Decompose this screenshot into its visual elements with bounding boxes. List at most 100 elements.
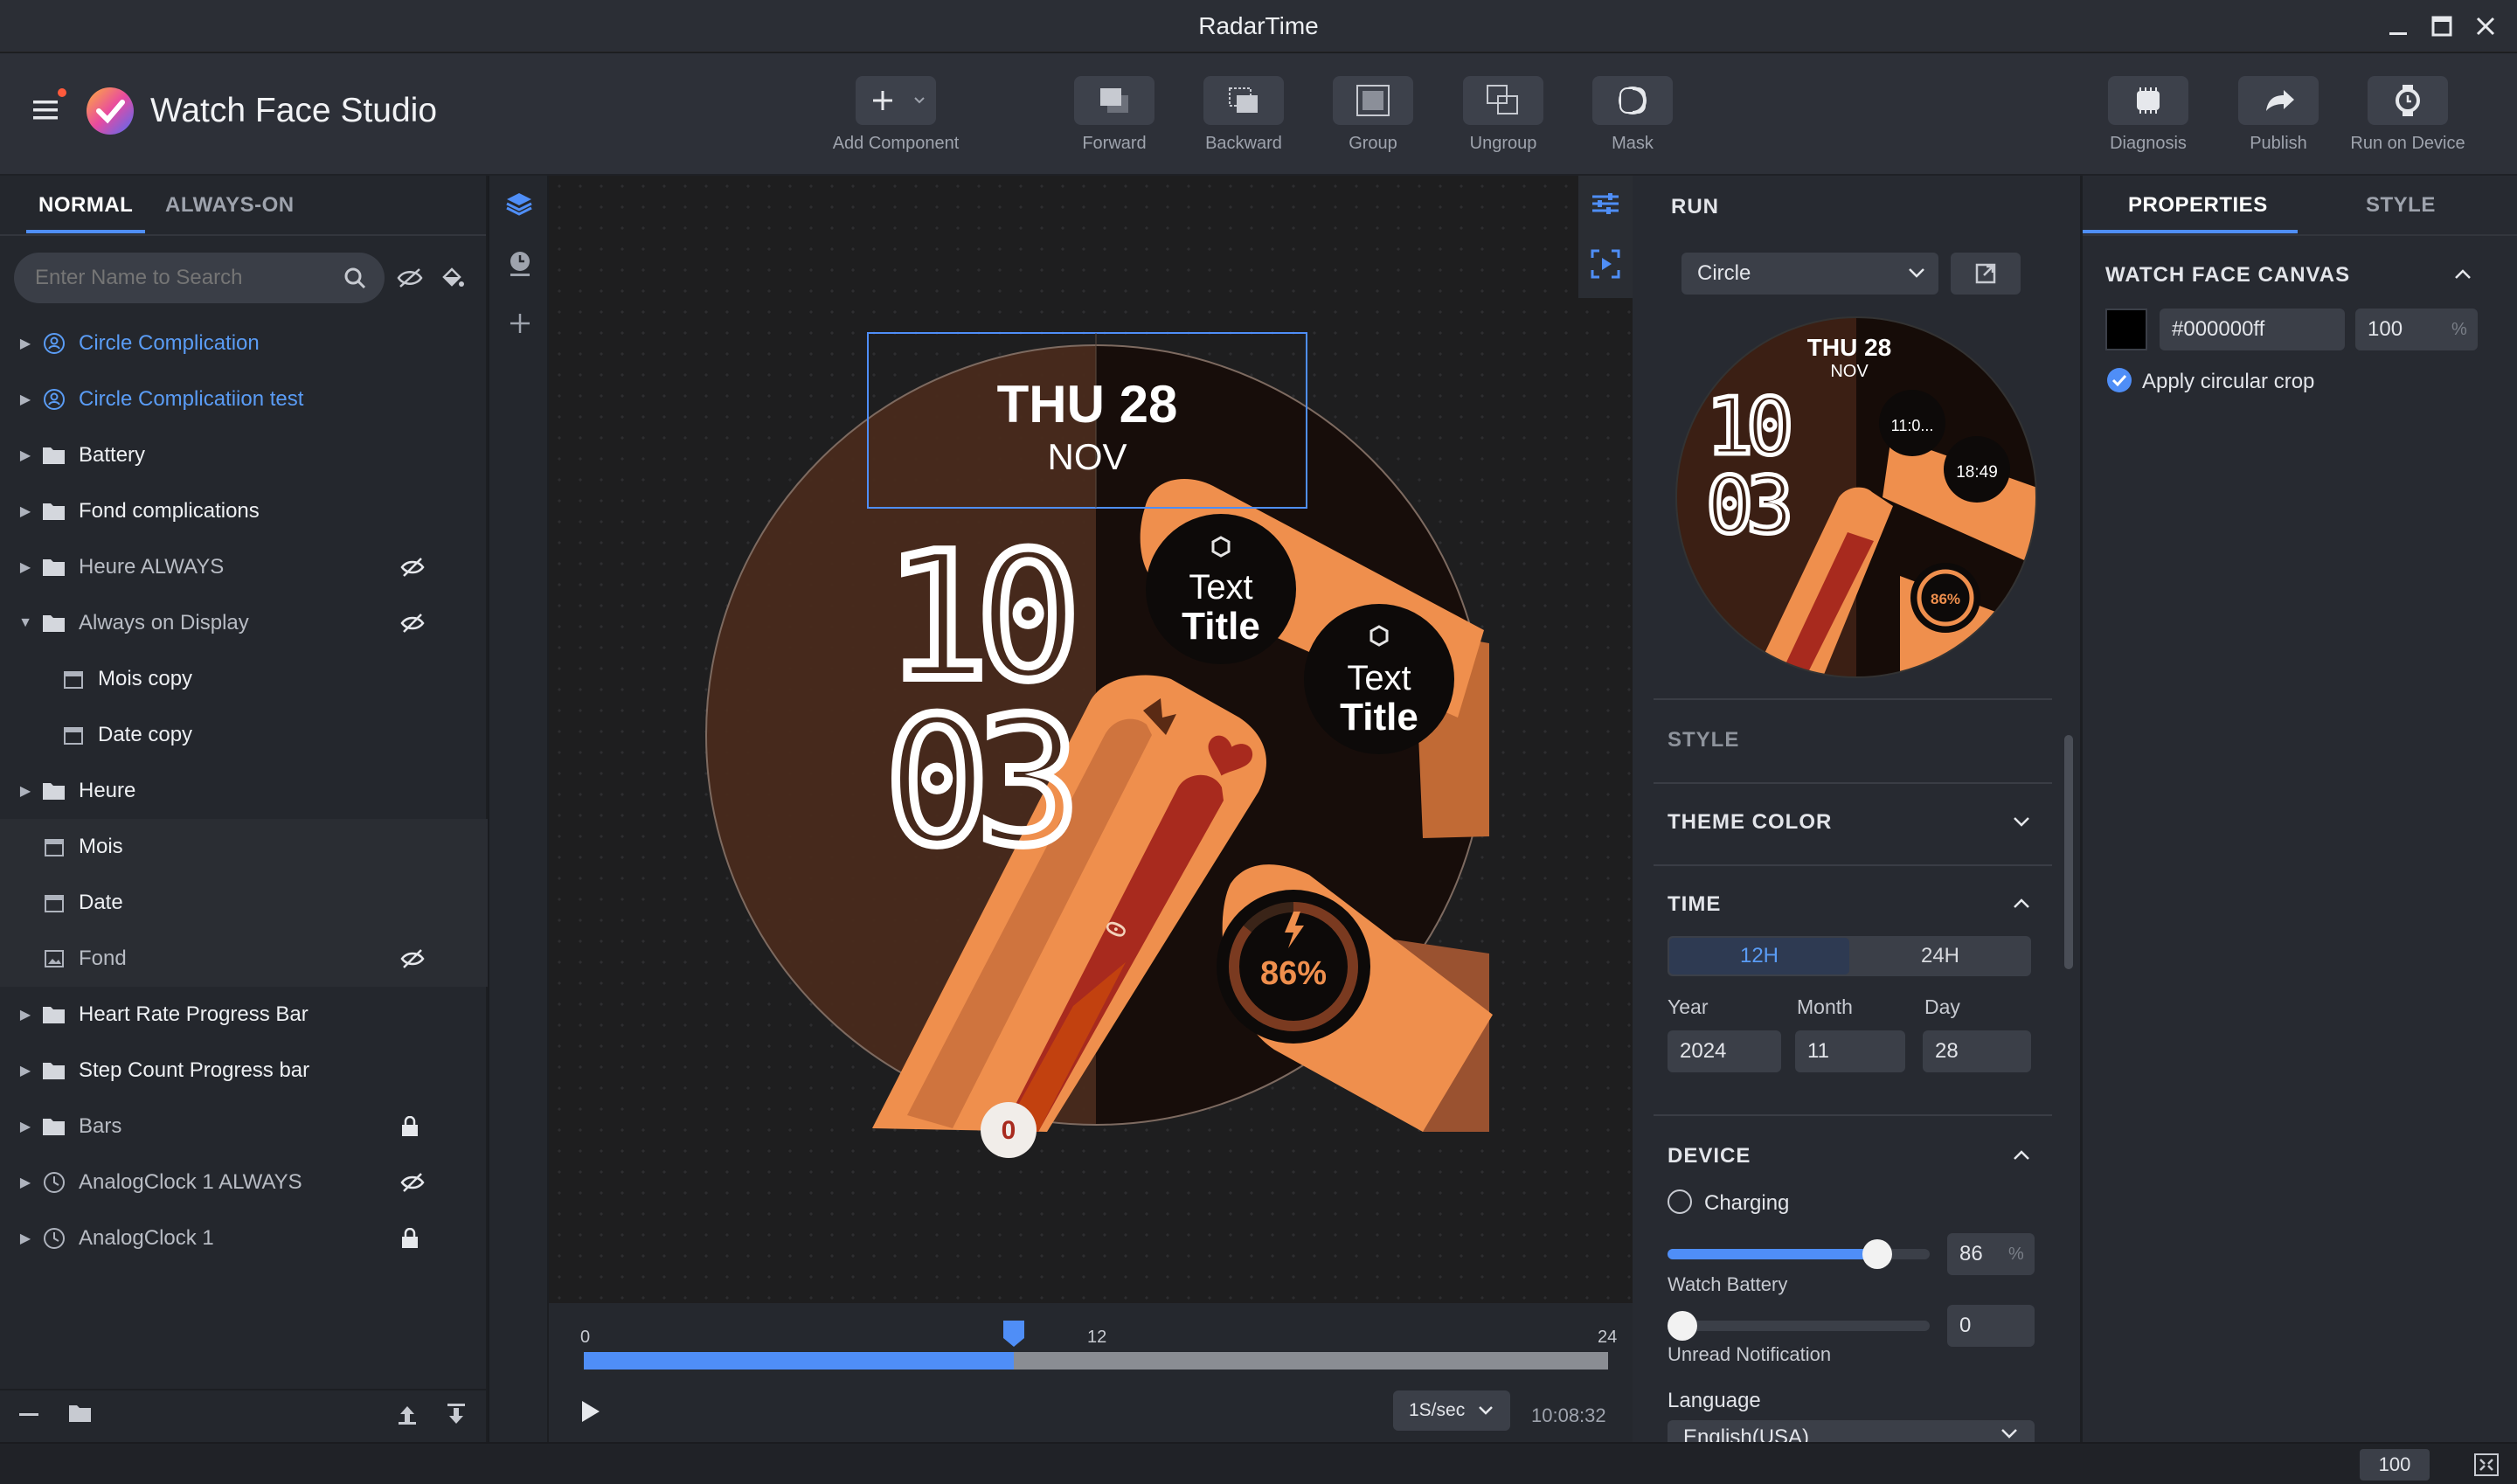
layer-row[interactable]: Date [0, 875, 488, 931]
canvas-color-swatch[interactable] [2105, 309, 2147, 350]
backward-button[interactable]: Backward [1196, 76, 1292, 154]
zoom-input[interactable]: 100 [2360, 1449, 2430, 1481]
hidden-eye-icon[interactable] [400, 613, 425, 634]
run-on-device-button[interactable]: Run on Device [2350, 76, 2465, 154]
time-mode-24h[interactable]: 24H [1851, 938, 2029, 974]
timeline-track[interactable] [584, 1352, 1608, 1370]
expand-arrow-icon[interactable]: ▶ [12, 558, 38, 576]
layer-row[interactable]: ▶ Bars [0, 1099, 488, 1155]
editor-canvas[interactable]: 0 0 Text Title Text Title 86% THU 28 NOV… [549, 176, 1633, 1303]
layer-row[interactable]: Mois [0, 819, 488, 875]
move-to-bottom-icon[interactable] [446, 1403, 467, 1425]
new-folder-icon[interactable] [68, 1403, 93, 1424]
tab-properties[interactable]: PROPERTIES [2128, 193, 2268, 218]
fit-screen-icon[interactable] [2473, 1453, 2500, 1477]
run-preview-icon[interactable] [1591, 249, 1620, 279]
year-input[interactable]: 2024 [1668, 1030, 1781, 1072]
unread-notification-input[interactable]: 0 [1947, 1305, 2035, 1347]
watch-face-preview[interactable]: 0 0 Text Title Text Title 86% THU 28 NOV… [549, 176, 1633, 1303]
unread-notification-slider[interactable] [1668, 1311, 1930, 1341]
watch-battery-slider-handle[interactable] [1862, 1239, 1892, 1269]
layer-row[interactable]: ▶ Heure ALWAYS [0, 539, 488, 595]
circular-crop-checkbox[interactable] [2107, 368, 2132, 392]
expand-arrow-icon[interactable]: ▶ [12, 1062, 38, 1079]
layer-search-field[interactable] [14, 253, 385, 303]
tab-style[interactable]: STYLE [2366, 193, 2436, 218]
open-external-button[interactable] [1951, 253, 2021, 295]
watch-battery-slider[interactable] [1668, 1239, 1930, 1269]
time-mode-12h[interactable]: 12H [1669, 938, 1849, 974]
layer-row[interactable]: ▶ Fond complications [0, 483, 488, 539]
forward-button[interactable]: Forward [1066, 76, 1162, 154]
day-input[interactable]: 28 [1923, 1030, 2031, 1072]
hidden-eye-icon[interactable] [400, 948, 425, 969]
layer-search-input[interactable] [35, 263, 332, 293]
layer-row[interactable]: Fond [0, 931, 488, 987]
minimize-button[interactable] [2381, 10, 2416, 42]
expand-arrow-icon[interactable]: ▶ [12, 391, 38, 408]
play-icon[interactable] [579, 1399, 601, 1424]
timeline-playhead[interactable] [1002, 1319, 1026, 1349]
history-clock-icon[interactable] [507, 249, 533, 279]
expand-arrow-icon[interactable]: ▶ [12, 1230, 38, 1247]
ungroup-button[interactable]: Ungroup [1455, 76, 1551, 154]
chevron-up-icon[interactable] [2012, 896, 2031, 910]
lock-icon[interactable] [400, 1228, 420, 1249]
theme-color-label[interactable]: THEME COLOR [1668, 810, 1832, 835]
maximize-button[interactable] [2424, 10, 2459, 42]
layer-row[interactable]: ▶ AnalogClock 1 [0, 1210, 488, 1266]
expand-arrow-icon[interactable]: ▶ [12, 782, 38, 800]
expand-arrow-icon[interactable]: ▶ [12, 1118, 38, 1135]
layer-row[interactable]: ▶ Circle Complication [0, 316, 488, 371]
expand-arrow-icon[interactable]: ▶ [12, 447, 38, 464]
expand-arrow-icon[interactable]: ▶ [12, 335, 38, 352]
group-button[interactable]: Group [1325, 76, 1421, 154]
hidden-eye-icon[interactable] [400, 557, 425, 578]
chevron-up-icon[interactable] [2012, 1148, 2031, 1162]
unread-slider-handle[interactable] [1668, 1311, 1697, 1341]
expand-arrow-icon[interactable]: ▶ [12, 1174, 38, 1191]
chevron-up-icon[interactable] [2453, 267, 2472, 281]
layer-row[interactable]: Date copy [0, 707, 488, 763]
watch-battery-input[interactable]: 86 % [1947, 1233, 2035, 1275]
language-dropdown[interactable]: English(USA) [1668, 1420, 2035, 1442]
charging-radio[interactable] [1668, 1189, 1692, 1214]
search-icon[interactable] [343, 266, 367, 290]
mask-button[interactable]: Mask [1584, 76, 1681, 154]
tab-always-on[interactable]: ALWAYS-ON [165, 193, 295, 218]
hidden-eye-icon[interactable] [400, 1172, 425, 1193]
shape-dropdown[interactable]: Circle [1681, 253, 1938, 295]
publish-button[interactable]: Publish [2230, 76, 2326, 154]
expand-arrow-icon[interactable]: ▶ [12, 503, 38, 520]
add-component-button[interactable]: Add Component [833, 76, 959, 154]
layer-row[interactable]: ▶ Heart Rate Progress Bar [0, 987, 488, 1043]
canvas-opacity-input[interactable]: 100 % [2355, 309, 2478, 350]
add-icon[interactable] [509, 312, 531, 335]
layer-row[interactable]: ▶ Step Count Progress bar [0, 1043, 488, 1099]
adjust-sliders-icon[interactable] [1591, 190, 1620, 218]
hide-all-icon[interactable] [397, 267, 423, 289]
layer-row[interactable]: ▼ Always on Display [0, 595, 488, 651]
layer-row[interactable]: ▶ Battery [0, 427, 488, 483]
run-panel-scrollbar[interactable] [2064, 735, 2073, 969]
remove-layer-icon[interactable] [19, 1413, 40, 1418]
diagnosis-button[interactable]: Diagnosis [2100, 76, 2196, 154]
collapse-arrow-icon[interactable]: ▼ [12, 615, 38, 631]
playback-speed-dropdown[interactable]: 1S/sec [1393, 1390, 1510, 1431]
add-component-icon [856, 76, 936, 125]
paint-bucket-icon[interactable] [439, 265, 465, 291]
layer-row[interactable]: ▶ Circle Complicatiion test [0, 371, 488, 427]
move-to-top-icon[interactable] [397, 1403, 418, 1425]
layer-row[interactable]: ▶ Heure [0, 763, 488, 819]
tab-normal[interactable]: NORMAL [38, 193, 133, 218]
lock-icon[interactable] [400, 1116, 420, 1137]
layer-row[interactable]: ▶ AnalogClock 1 ALWAYS [0, 1155, 488, 1210]
hamburger-menu-button[interactable] [33, 99, 59, 121]
layers-icon[interactable] [505, 190, 533, 218]
expand-arrow-icon[interactable]: ▶ [12, 1006, 38, 1023]
chevron-down-icon[interactable] [2012, 815, 2031, 829]
close-button[interactable] [2468, 10, 2503, 42]
month-input[interactable]: 11 [1795, 1030, 1905, 1072]
layer-row[interactable]: Mois copy [0, 651, 488, 707]
canvas-color-input[interactable]: #000000ff [2160, 309, 2345, 350]
